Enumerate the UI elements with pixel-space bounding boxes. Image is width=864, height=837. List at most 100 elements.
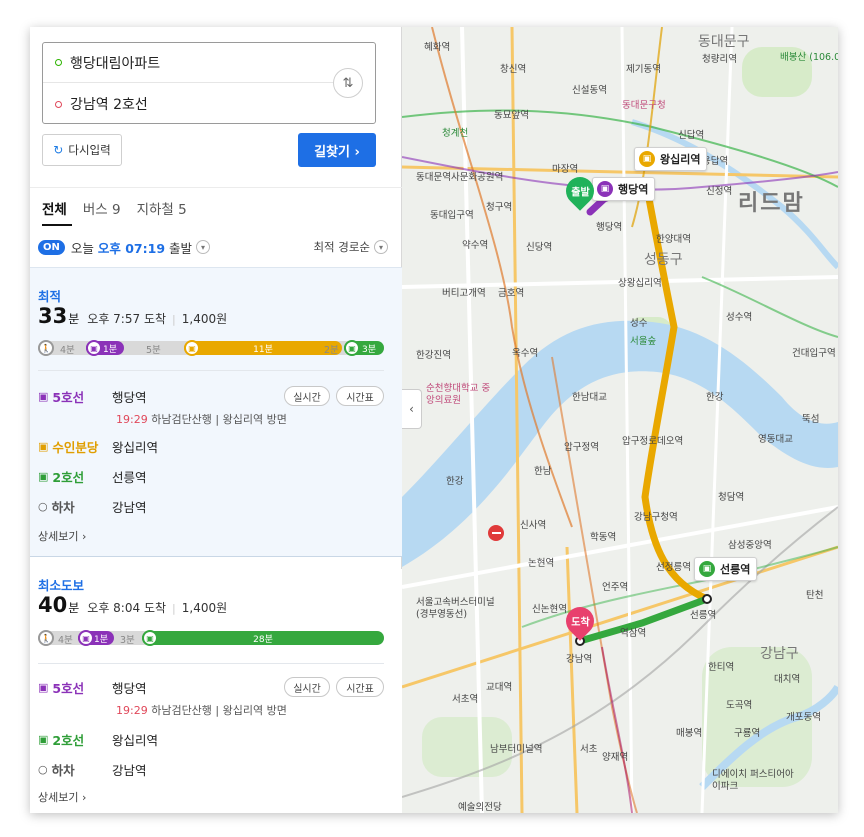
route-card-least-walk[interactable]: 최소도보 40 분 오후 8:04 도착 | 1,400원 🚶 4분 1분 ▣ …	[30, 569, 402, 813]
realtime-button[interactable]: 실시간	[284, 677, 330, 697]
map-view[interactable]: 동대문구 배봉산 (106.03m) 혜화역 창신역 신설동역 청량리역 제기동…	[402, 27, 838, 813]
line5-time: 1분	[102, 344, 117, 355]
origin-field[interactable]: 행당대림아파트	[43, 43, 333, 83]
road-label: 한남대교	[572, 392, 607, 403]
station-label: 옥수역	[512, 348, 539, 359]
station-label: 구룡역	[734, 728, 761, 739]
station-label: 동대문역사문화공원역	[416, 172, 504, 183]
route-card-best[interactable]: 최적 33 분 오후 7:57 도착 | 1,400원 🚶 4분 1분 ▣ 5분…	[30, 267, 402, 557]
step-line: ○ 하차	[38, 760, 112, 779]
reset-button[interactable]: ↻ 다시입력	[42, 134, 122, 166]
origin-text: 행당대림아파트	[70, 55, 161, 72]
station-label: 약수역	[462, 240, 489, 251]
station-tag-haengdang[interactable]: ▣ 행당역	[592, 177, 656, 201]
step-line-label: 5호선	[52, 680, 85, 696]
subway-icon: ▣	[38, 732, 49, 746]
step-line-label: 2호선	[52, 732, 85, 748]
station-label: 금호역	[498, 288, 525, 299]
refresh-icon: ↻	[53, 143, 64, 157]
subway-icon: ▣	[344, 340, 360, 356]
chevron-down-icon[interactable]: ▾	[196, 240, 211, 254]
end-label: 도착	[570, 617, 590, 629]
swap-icon[interactable]: ⇅	[333, 68, 363, 98]
step-line: ▣ 2호선	[38, 467, 112, 486]
step-item[interactable]: ▣ 5호선 행당역	[38, 677, 384, 697]
walk-time: 2분	[324, 345, 339, 356]
timetable-button[interactable]: 시간표	[336, 386, 384, 406]
divider	[38, 370, 384, 371]
poi-label: 청계천	[442, 128, 469, 139]
step-subinfo: 19:29 하남검단산행 | 왕십리역 방면	[116, 702, 287, 718]
station-tag-wangsimni[interactable]: ▣ 왕십리역	[634, 147, 708, 171]
route-timeline-bar: 🚶 4분 1분 ▣ 5분 11분 ▣ 2분 3분 ▣	[38, 340, 384, 356]
step-item[interactable]: ▣ 수인분당 왕십리역	[38, 436, 384, 456]
station-label: 강남구청역	[634, 512, 678, 523]
subway-icon: ▣	[38, 680, 49, 694]
station-tag-seolleung[interactable]: ▣ 선릉역	[694, 557, 758, 581]
step-line-label: 수인분당	[52, 439, 99, 455]
step-item[interactable]: ○ 하차 강남역	[38, 759, 384, 779]
stream	[631, 119, 838, 270]
circle-icon: ○	[38, 499, 48, 513]
route-summary: 33 분 오후 7:57 도착 | 1,400원	[38, 304, 227, 328]
details-link[interactable]: 상세보기 ›	[38, 789, 86, 805]
station-label: 강남역	[566, 654, 593, 665]
on-toggle[interactable]: ON	[38, 239, 65, 255]
station-tag-label: 왕십리역	[660, 153, 701, 166]
step-line: ○ 하차	[38, 497, 112, 516]
station-label: 신설동역	[572, 85, 607, 96]
station-label: 서초역	[452, 694, 479, 705]
step-item[interactable]: ▣ 5호선 행당역	[38, 386, 384, 406]
station-label: 역삼역	[620, 628, 647, 639]
road-label: 한강	[446, 476, 464, 487]
tab-all[interactable]: 전체	[42, 198, 67, 218]
find-route-button[interactable]: 길찾기 ›	[298, 133, 376, 167]
station-label: 창신역	[500, 64, 527, 75]
step-item[interactable]: ▣ 2호선 선릉역	[38, 466, 384, 486]
sort-dropdown[interactable]: 최적 경로순 ▾	[313, 239, 388, 255]
poi-label: 디에이치 퍼스티어아이파크	[712, 769, 794, 792]
subway-icon: ▣	[86, 340, 102, 356]
destination-field[interactable]: 강남역 2호선	[43, 84, 333, 124]
step-line-label: 5호선	[52, 389, 85, 405]
station-node	[702, 594, 712, 604]
subway-icon: ▣	[184, 340, 200, 356]
station-label: 대치역	[774, 674, 801, 685]
walk-time: 4분	[58, 635, 73, 646]
details-link[interactable]: 상세보기 ›	[38, 528, 86, 544]
step-item[interactable]: ▣ 2호선 왕십리역	[38, 729, 384, 749]
station-label: 버티고개역	[442, 288, 486, 299]
tab-subway[interactable]: 지하철 5	[137, 198, 187, 218]
next-train-time: 19:29	[116, 413, 148, 426]
station-label: 마장역	[552, 164, 579, 175]
realtime-button[interactable]: 실시간	[284, 386, 330, 406]
station-label: 청구역	[486, 202, 513, 213]
station-label: 동대입구역	[430, 210, 474, 221]
circle-icon: ○	[38, 762, 48, 776]
station-label: 청량리역	[702, 54, 737, 65]
route-fare: 1,400원	[181, 312, 228, 326]
destination-dot-icon	[55, 100, 62, 108]
suin-time: 11분	[253, 344, 273, 355]
collapse-panel-icon[interactable]: ‹	[402, 389, 422, 429]
step-line-label: 하차	[51, 499, 75, 515]
departure-time[interactable]: 오늘 오후 07:19 출발	[71, 238, 192, 257]
station-label: 상왕십리역	[618, 278, 662, 289]
line2-segment: 28분	[142, 631, 384, 645]
station-label: 신사역	[520, 520, 547, 531]
step-item[interactable]: ○ 하차 강남역	[38, 496, 384, 516]
step-station: 강남역	[112, 762, 147, 778]
walk-time: 3분	[120, 635, 135, 646]
departure-clock: 오후 07:19	[97, 240, 166, 256]
divider	[38, 663, 384, 664]
poi-label: 서울고속버스터미널 (경부영동선)	[416, 597, 495, 620]
tab-bus[interactable]: 버스 9	[83, 198, 121, 218]
route-minutes: 33	[38, 304, 68, 328]
step-station: 행당역	[112, 389, 147, 405]
subway-icon: ▣	[38, 439, 49, 453]
timetable-button[interactable]: 시간표	[336, 677, 384, 697]
route-arrival: 오후 7:57 도착	[87, 312, 167, 326]
station-label: 양재역	[602, 752, 629, 763]
route-arrival: 오후 8:04 도착	[87, 601, 167, 615]
sort-label: 최적 경로순	[313, 240, 370, 254]
